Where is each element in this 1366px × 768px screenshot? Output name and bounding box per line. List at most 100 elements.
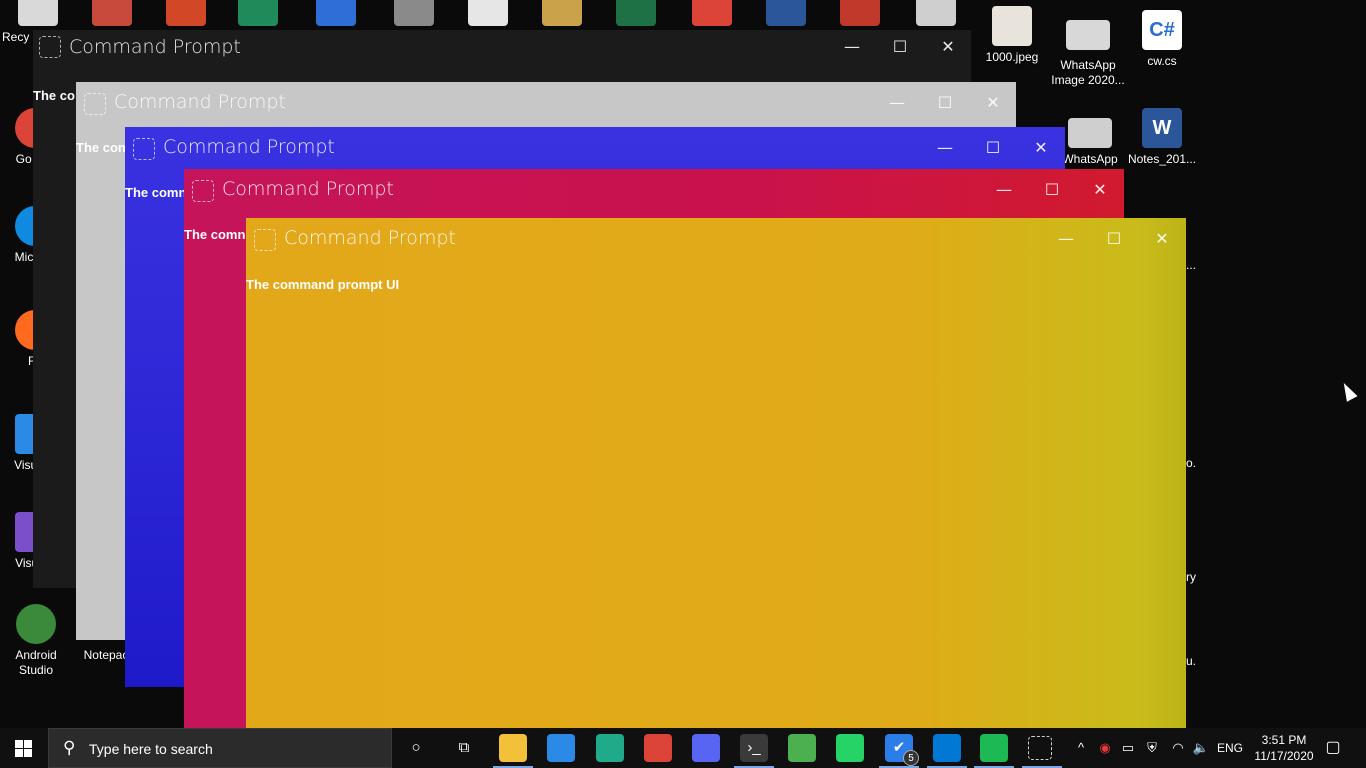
language-indicator[interactable]: ENG [1214, 728, 1246, 768]
chrome-icon[interactable] [644, 734, 672, 762]
close-button[interactable]: ✕ [1145, 224, 1179, 254]
show-hidden-icons-button[interactable]: ^ [1072, 728, 1090, 768]
start-button[interactable] [0, 728, 48, 768]
desktop-icon-1000-jpeg[interactable]: 1000.jpeg [976, 6, 1048, 65]
app-icon [92, 0, 132, 26]
desktop-label-fragment: ... [1186, 258, 1197, 272]
whatsapp-icon[interactable] [836, 734, 864, 762]
clock-time: 3:51 PM [1261, 733, 1307, 747]
window-content-text: The con [76, 140, 126, 155]
desktop-icon-top-12[interactable] [900, 0, 972, 30]
windows-logo-icon [24, 749, 32, 757]
maximize-button[interactable]: ☐ [1035, 175, 1069, 205]
app-icon [916, 0, 956, 26]
image-file-icon [1068, 118, 1112, 148]
desktop-icon-top-6[interactable] [452, 0, 524, 30]
image-file-icon [992, 6, 1032, 46]
maximize-button[interactable]: ☐ [928, 88, 962, 118]
app-icon [166, 0, 206, 26]
close-button[interactable]: ✕ [976, 88, 1010, 118]
window-title: Command Prompt [222, 178, 394, 200]
window-titlebar[interactable]: Command Prompt — ☐ ✕ [76, 82, 1016, 126]
app-icon [542, 0, 582, 26]
command-prompt-window-5[interactable]: Command Prompt — ☐ ✕ The command prompt … [246, 218, 1186, 730]
maximize-button[interactable]: ☐ [883, 32, 917, 62]
close-button[interactable]: ✕ [1083, 175, 1117, 205]
desktop-icon-top-3[interactable] [222, 0, 294, 30]
desktop-icon-top-10[interactable] [750, 0, 822, 30]
store-icon[interactable] [547, 734, 575, 762]
windows-logo-icon [15, 749, 23, 757]
action-center-icon[interactable]: ▢ [1320, 728, 1346, 768]
window-titlebar[interactable]: Command Prompt — ☐ ✕ [184, 169, 1124, 213]
word-file-icon: W [1142, 108, 1182, 148]
window-title: Command Prompt [163, 136, 335, 158]
desktop-label-fragment: u. [1186, 654, 1197, 668]
desktop-icon-android-studio[interactable]: Android Studio [0, 604, 72, 678]
terminal-icon[interactable]: ›_ [740, 734, 768, 762]
app-icon [18, 0, 58, 26]
desktop-icon-top-2[interactable] [150, 0, 222, 30]
desktop-icon-top-5[interactable] [378, 0, 450, 30]
window-titlebar[interactable]: Command Prompt — ☐ ✕ [246, 218, 1186, 262]
taskbar-search-box[interactable]: ⚲ Type here to search [48, 728, 392, 768]
desktop-icon-top-1[interactable] [76, 0, 148, 30]
edge-icon[interactable] [596, 734, 624, 762]
desktop-icon-top-9[interactable] [676, 0, 748, 30]
minimize-button[interactable]: — [880, 88, 914, 118]
android-studio-icon [16, 604, 56, 644]
desktop-icon-top-8[interactable] [600, 0, 672, 30]
app-icon [238, 0, 278, 26]
cortana-icon[interactable]: ○ [402, 734, 430, 762]
taskbar: ⚲ Type here to search ○ ⧉ ›_ ✔ 5 ^ ◉ ▭ ⛨ ◠ 🔈… [0, 728, 1366, 768]
record-icon[interactable]: ◉ [1096, 728, 1114, 768]
wifi-icon[interactable]: ◠ [1168, 728, 1188, 768]
window-content-text: The command prompt UI [246, 277, 400, 292]
app-icon [766, 0, 806, 26]
security-shield-icon[interactable]: ⛨ [1142, 728, 1162, 768]
desktop-label-fragment: ry [1186, 570, 1196, 584]
editor-icon[interactable] [788, 734, 816, 762]
spotify-icon[interactable] [980, 734, 1008, 762]
clock[interactable]: 3:51 PM 11/17/2020 [1248, 732, 1320, 764]
close-button[interactable]: ✕ [1024, 133, 1058, 163]
volume-icon[interactable]: 🔈 [1190, 728, 1212, 768]
app-icon [468, 0, 508, 26]
minimize-button[interactable]: — [835, 32, 869, 62]
minimize-button[interactable]: — [987, 175, 1021, 205]
windows-logo-icon [24, 740, 32, 748]
app-icon [394, 0, 434, 26]
battery-icon[interactable]: ▭ [1118, 728, 1138, 768]
maximize-button[interactable]: ☐ [1097, 224, 1131, 254]
csharp-file-icon: C# [1142, 10, 1182, 50]
desktop-icon-top-4[interactable] [300, 0, 372, 30]
desktop-icon-top-7[interactable] [526, 0, 598, 30]
notification-badge: 5 [903, 750, 919, 766]
app-icon [616, 0, 656, 26]
window-title: Command Prompt [69, 36, 241, 58]
minimize-button[interactable]: — [928, 133, 962, 163]
desktop-icon-whatsapp-image[interactable]: WhatsApp Image 2020... [1050, 20, 1126, 88]
file-explorer-icon[interactable] [499, 734, 527, 762]
clock-date: 11/17/2020 [1254, 749, 1314, 763]
app-placeholder-icon [254, 229, 276, 251]
window-title: Command Prompt [114, 91, 286, 113]
window-title: Command Prompt [284, 227, 456, 249]
vscode-icon[interactable] [933, 734, 961, 762]
app-placeholder-icon[interactable] [1028, 736, 1052, 760]
desktop-icon-notes[interactable]: W Notes_201... [1126, 108, 1198, 167]
window-titlebar[interactable]: Command Prompt — ☐ ✕ [125, 127, 1065, 171]
todo-icon[interactable]: ✔ 5 [885, 734, 919, 766]
close-button[interactable]: ✕ [931, 32, 965, 62]
minimize-button[interactable]: — [1049, 224, 1083, 254]
desktop-icon-top-11[interactable] [824, 0, 896, 30]
desktop-icon-cw-cs[interactable]: C# cw.cs [1126, 10, 1198, 69]
app-icon [840, 0, 880, 26]
app-icon [692, 0, 732, 26]
discord-icon[interactable] [692, 734, 720, 762]
task-view-icon[interactable]: ⧉ [450, 734, 478, 762]
window-titlebar[interactable]: Command Prompt — ☐ ✕ [33, 30, 971, 74]
desktop-label-fragment: o. [1186, 456, 1197, 470]
app-placeholder-icon [192, 180, 214, 202]
maximize-button[interactable]: ☐ [976, 133, 1010, 163]
